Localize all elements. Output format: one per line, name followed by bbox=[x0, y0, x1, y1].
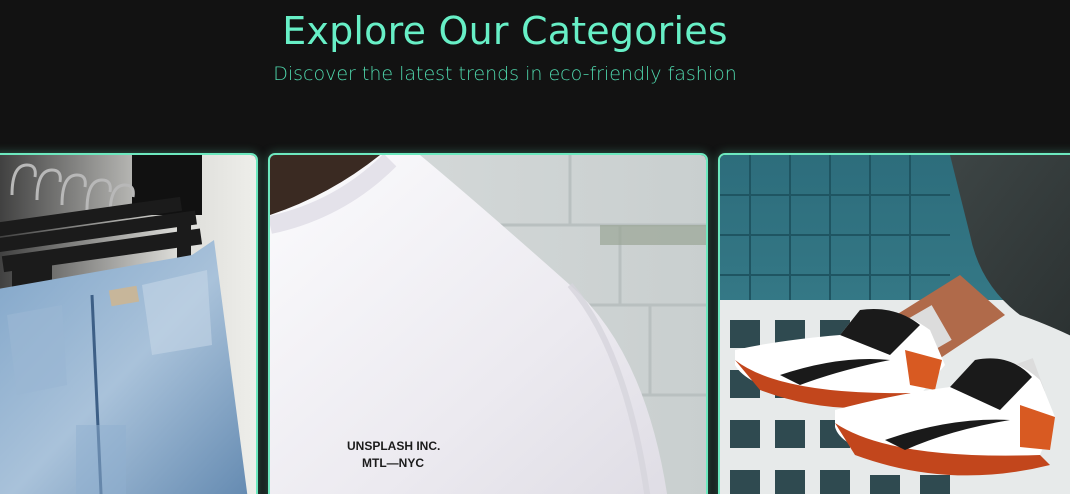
section-title: Explore Our Categories bbox=[282, 9, 728, 53]
category-card-tshirt[interactable]: UNSPLASH INC. MTL—NYC bbox=[268, 153, 708, 494]
white-tshirt-photo: UNSPLASH INC. MTL—NYC bbox=[270, 155, 706, 494]
category-card-jeans[interactable] bbox=[0, 153, 258, 494]
section-header: Explore Our Categories Discover the late… bbox=[0, 0, 1010, 90]
sneakers-photo bbox=[720, 155, 1070, 494]
section-subtitle: Discover the latest trends in eco-friend… bbox=[273, 63, 737, 85]
jeans-on-hangers-photo bbox=[0, 155, 256, 494]
tshirt-print-line1: UNSPLASH INC. bbox=[347, 439, 440, 453]
page: Explore Our Categories Discover the late… bbox=[0, 0, 1070, 494]
tshirt-print-line2: MTL—NYC bbox=[362, 456, 424, 470]
category-card-sneakers[interactable] bbox=[718, 153, 1070, 494]
